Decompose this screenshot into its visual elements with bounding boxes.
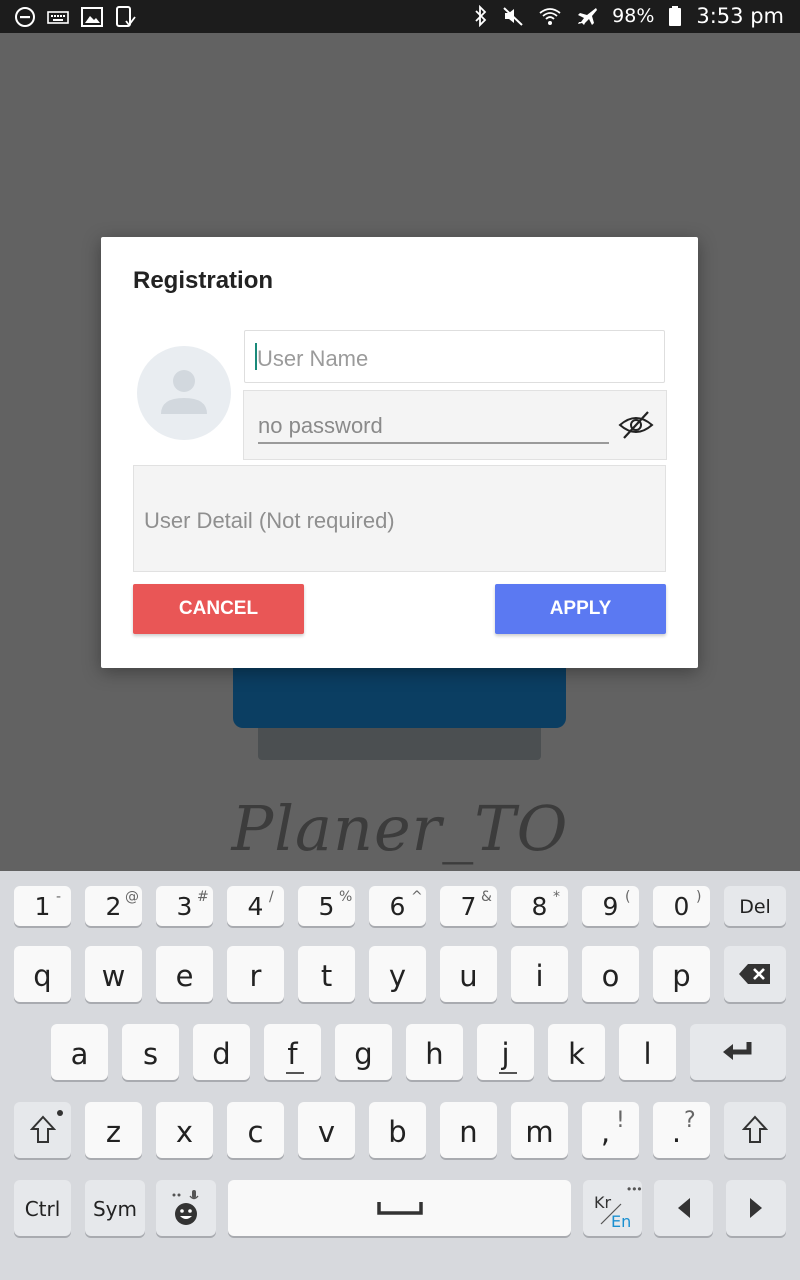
space-icon (228, 1180, 571, 1236)
key-f[interactable]: f (264, 1024, 321, 1080)
key-l[interactable]: l (619, 1024, 676, 1080)
key-y[interactable]: y (369, 946, 426, 1002)
dialog-title: Registration (133, 267, 274, 294)
airplane-icon (576, 5, 598, 27)
key-m[interactable]: m (511, 1102, 568, 1158)
username-input[interactable]: User Name (244, 330, 665, 383)
backspace-icon (724, 946, 786, 1002)
bluetooth-icon (474, 5, 488, 27)
backspace-key[interactable] (724, 946, 786, 1002)
space-key[interactable] (228, 1180, 571, 1236)
enter-icon (690, 1024, 786, 1080)
key-7[interactable]: 7 & (440, 886, 497, 926)
user-detail-placeholder: User Detail (Not required) (144, 508, 395, 533)
enter-key[interactable] (690, 1024, 786, 1080)
key-6[interactable]: 6 ^ (369, 886, 426, 926)
language-switch-key[interactable]: ••• Kr En (583, 1180, 642, 1236)
cancel-button[interactable]: CANCEL (133, 584, 304, 634)
ctrl-key[interactable]: Ctrl (14, 1180, 71, 1236)
cursor-left-key[interactable] (654, 1180, 713, 1236)
key-r[interactable]: r (227, 946, 284, 1002)
gallery-icon (80, 6, 104, 28)
emoji-voice-key[interactable] (156, 1180, 216, 1236)
avatar-icon[interactable] (137, 346, 231, 440)
registration-dialog: Registration User Name no password User … (101, 237, 698, 668)
key-2[interactable]: 2 @ (85, 886, 142, 926)
key-x[interactable]: x (156, 1102, 213, 1158)
key-u[interactable]: u (440, 946, 497, 1002)
status-bar: 98% 3:53 pm (0, 0, 800, 33)
key-w[interactable]: w (85, 946, 142, 1002)
on-screen-keyboard: 1- 2 @ 3 # 4/ 5% 6 ^ 7 & 8 * 9( 0) Del q w e … (0, 871, 800, 1280)
key-comma[interactable]: ,! (582, 1102, 639, 1158)
key-1[interactable]: 1- (14, 886, 71, 926)
password-field[interactable]: no password (243, 390, 667, 460)
key-g[interactable]: g (335, 1024, 392, 1080)
arrow-left-icon (654, 1180, 713, 1236)
user-detail-field[interactable]: User Detail (Not required) (133, 465, 666, 572)
key-5[interactable]: 5% (298, 886, 355, 926)
arrow-right-icon (726, 1180, 786, 1236)
clock: 3:53 pm (696, 4, 784, 28)
background-logo-shadow (258, 728, 541, 760)
password-underline (258, 442, 609, 444)
key-n[interactable]: n (440, 1102, 497, 1158)
sym-key[interactable]: Sym (85, 1180, 145, 1236)
key-period[interactable]: .? (653, 1102, 710, 1158)
apply-button[interactable]: APPLY (495, 584, 666, 634)
key-z[interactable]: z (85, 1102, 142, 1158)
key-i[interactable]: i (511, 946, 568, 1002)
key-k[interactable]: k (548, 1024, 605, 1080)
cursor-right-key[interactable] (726, 1180, 786, 1236)
key-a[interactable]: a (51, 1024, 108, 1080)
del-key[interactable]: Del (724, 886, 786, 926)
key-s[interactable]: s (122, 1024, 179, 1080)
key-d[interactable]: d (193, 1024, 250, 1080)
key-c[interactable]: c (227, 1102, 284, 1158)
battery-percent: 98% (612, 5, 655, 27)
key-3[interactable]: 3 # (156, 886, 213, 926)
key-e[interactable]: e (156, 946, 213, 1002)
keyboard-icon (46, 7, 70, 27)
key-o[interactable]: o (582, 946, 639, 1002)
mute-icon (502, 5, 524, 27)
wifi-icon (538, 5, 562, 27)
key-b[interactable]: b (369, 1102, 426, 1158)
emoji-icon (156, 1180, 216, 1236)
key-v[interactable]: v (298, 1102, 355, 1158)
key-4[interactable]: 4/ (227, 886, 284, 926)
key-9[interactable]: 9( (582, 886, 639, 926)
key-0[interactable]: 0) (653, 886, 710, 926)
shift-icon (724, 1102, 786, 1158)
background-logo-card (233, 660, 566, 728)
eye-off-icon[interactable] (618, 409, 654, 441)
key-t[interactable]: t (298, 946, 355, 1002)
key-q[interactable]: q (14, 946, 71, 1002)
shift-key-left[interactable] (14, 1102, 71, 1158)
username-placeholder: User Name (257, 346, 369, 371)
key-h[interactable]: h (406, 1024, 463, 1080)
app-brand-text: Planer_TO (231, 792, 569, 865)
shift-key-right[interactable] (724, 1102, 786, 1158)
key-8[interactable]: 8 * (511, 886, 568, 926)
screen-icon (114, 5, 136, 29)
battery-icon (668, 5, 682, 27)
shift-indicator-dot (57, 1110, 63, 1116)
dnd-icon (14, 6, 36, 28)
key-p[interactable]: p (653, 946, 710, 1002)
password-placeholder: no password (258, 413, 383, 438)
key-j[interactable]: j (477, 1024, 534, 1080)
